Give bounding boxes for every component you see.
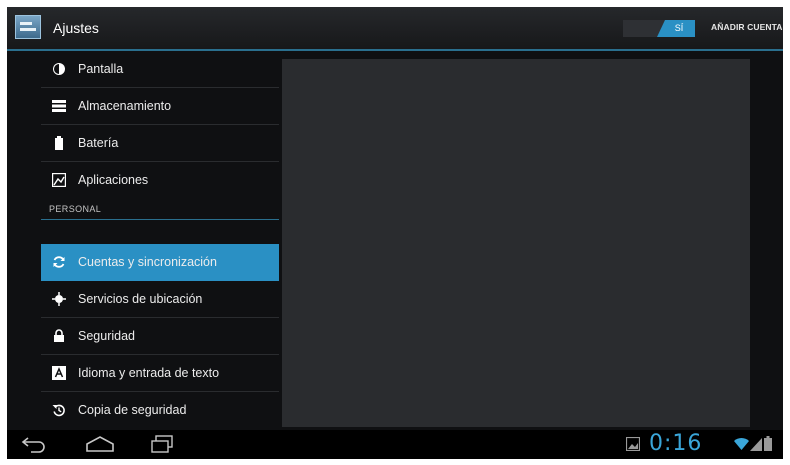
action-bar: Ajustes SÍ AÑADIR CUENTA (7, 7, 783, 51)
settings-item-language-input[interactable]: Idioma y entrada de texto (41, 355, 279, 392)
settings-item-label: Seguridad (78, 329, 135, 343)
detail-pane (282, 59, 750, 427)
storage-icon (52, 100, 66, 112)
settings-item-label: Idioma y entrada de texto (78, 366, 220, 380)
settings-item-storage[interactable]: Almacenamiento (41, 88, 279, 125)
android-settings-screen: Ajustes SÍ AÑADIR CUENTA Pantalla Almace… (7, 7, 783, 459)
lock-icon (54, 329, 64, 342)
section-divider (41, 219, 279, 220)
wifi-icon (734, 438, 749, 450)
settings-item-apps[interactable]: Aplicaciones (41, 162, 279, 199)
settings-item-label: Copia de seguridad (78, 403, 187, 417)
settings-item-backup[interactable]: Copia de seguridad (41, 392, 279, 429)
settings-item-label: Almacenamiento (78, 99, 172, 113)
settings-list: Pantalla Almacenamiento Batería Aplicaci… (41, 51, 281, 429)
settings-item-label: Servicios de ubicación (78, 292, 203, 306)
brightness-icon (53, 63, 65, 75)
status-clock: 0:16 (649, 431, 703, 456)
apps-icon (52, 173, 66, 187)
settings-item-location[interactable]: Servicios de ubicación (41, 281, 279, 318)
back-icon[interactable] (21, 435, 47, 453)
settings-item-label: Pantalla (78, 62, 124, 76)
system-navigation-bar: 0:16 (7, 430, 783, 459)
keyboard-icon (52, 366, 66, 380)
add-account-button[interactable]: AÑADIR CUENTA (711, 22, 783, 32)
location-icon (52, 292, 66, 306)
settings-item-security[interactable]: Seguridad (41, 318, 279, 355)
settings-item-label: Batería (78, 136, 119, 150)
backup-icon (52, 404, 65, 417)
settings-item-display[interactable]: Pantalla (41, 51, 279, 88)
settings-item-accounts-sync[interactable]: Cuentas y sincronización (41, 244, 279, 281)
settings-item-label: Aplicaciones (78, 173, 149, 187)
battery-icon (55, 136, 63, 150)
section-header-personal: PERSONAL (49, 204, 102, 214)
gallery-notification-icon[interactable] (626, 437, 640, 451)
page-title: Ajustes (53, 20, 99, 36)
signal-icon (750, 438, 762, 451)
settings-item-battery[interactable]: Batería (41, 125, 279, 162)
battery-status-icon (764, 436, 772, 451)
switch-on-label: SÍ (657, 20, 695, 37)
accounts-sync-switch[interactable]: SÍ (623, 20, 695, 37)
settings-item-label: Cuentas y sincronización (78, 255, 217, 269)
sync-icon (53, 256, 65, 268)
recent-apps-icon[interactable] (150, 435, 174, 453)
home-icon[interactable] (85, 435, 115, 453)
settings-app-icon[interactable] (15, 15, 41, 39)
